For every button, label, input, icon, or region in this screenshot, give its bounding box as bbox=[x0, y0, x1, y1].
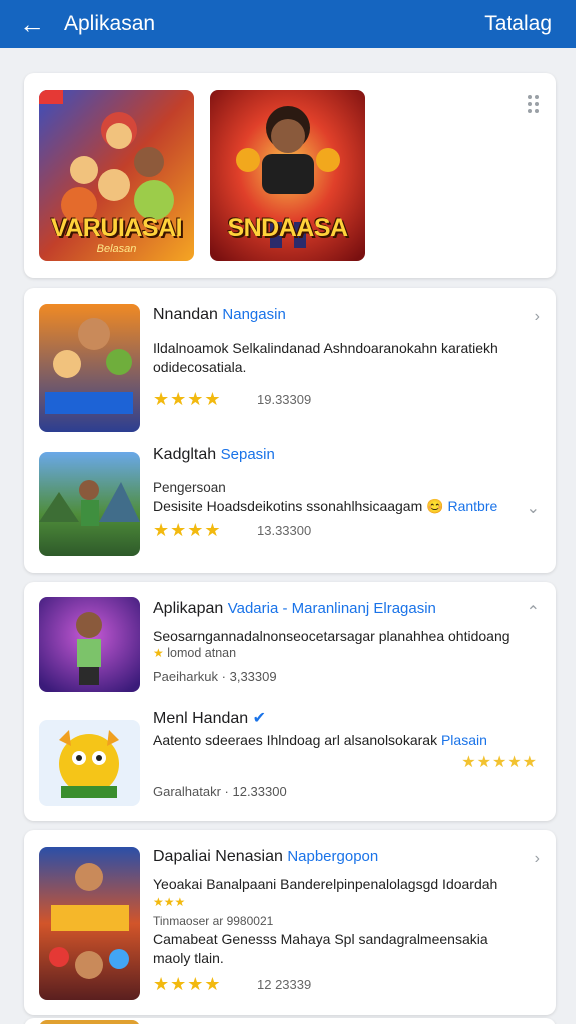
star-icon: ★ bbox=[153, 646, 164, 660]
featured-caption: VARUIASAI bbox=[50, 214, 183, 242]
app-list-card-partial bbox=[24, 1018, 556, 1024]
arrow-left-icon: ← bbox=[19, 8, 45, 39]
chevron-up-icon[interactable]: ⌃ bbox=[527, 602, 540, 622]
app-title[interactable]: Dapaliai Nenasian Napbergopon bbox=[153, 848, 378, 866]
list-item[interactable]: Menl Handan ✔ Aatento sdeeraes Ihlndoag … bbox=[24, 702, 556, 821]
app-thumbnail[interactable] bbox=[39, 597, 140, 692]
game-art-icon bbox=[39, 720, 140, 806]
page-title: Aplikasan bbox=[64, 12, 156, 35]
app-meta: Tinmaoser ar 9980021 bbox=[153, 914, 274, 928]
app-description: Desisite Hoadsdeikotins ssonahlhsicaagam… bbox=[153, 498, 498, 514]
app-description-cont: maoly tlain. bbox=[153, 950, 224, 966]
app-thumbnail[interactable] bbox=[39, 304, 140, 432]
verified-icon: ✔ bbox=[252, 710, 267, 727]
rating-stars: ★★★★ bbox=[153, 974, 222, 994]
app-thumbnail[interactable] bbox=[39, 720, 140, 806]
list-item[interactable]: Nnandan Nangasin › Ildalnoamok Selkalind… bbox=[24, 288, 556, 438]
rating-stars-small: ★★★ bbox=[153, 895, 186, 909]
app-title[interactable]: Aplikapan Vadaria - Maranlinanj Elragasi… bbox=[153, 600, 436, 618]
app-meta: Paeiharkuk · 3,33309 bbox=[153, 669, 277, 684]
rating-stars: ★★★★ bbox=[153, 520, 222, 540]
game-art-icon bbox=[39, 597, 140, 692]
app-description: Seosarngannadalnonseocetarsagar planahhe… bbox=[153, 628, 510, 644]
app-tag: ★ lomod atnan bbox=[153, 646, 237, 660]
rating-count: 13.33300 bbox=[257, 523, 312, 538]
app-description: Ildalnoamok Selkalindanad Ashndoaranokah… bbox=[153, 340, 498, 356]
app-bar: ← Aplikasan Tatalag bbox=[0, 0, 576, 48]
game-art-icon bbox=[39, 304, 140, 432]
list-item[interactable]: Dapaliai Nenasian Napbergopon › Yeoakai … bbox=[24, 830, 556, 1015]
back-button[interactable]: ← bbox=[0, 0, 64, 48]
chevron-down-icon[interactable]: ⌄ bbox=[527, 498, 540, 518]
app-list-card: Aplikapan Vadaria - Maranlinanj Elragasi… bbox=[24, 582, 556, 821]
featured-card: VARUIASAI Belasan SNDAASA bbox=[24, 73, 556, 278]
rating-stars: ★★★★★ bbox=[461, 754, 538, 771]
app-list-card: Dapaliai Nenasian Napbergopon › Yeoakai … bbox=[24, 830, 556, 1015]
app-description-cont: odidecosatiala. bbox=[153, 359, 247, 375]
featured-game-image-1[interactable]: VARUIASAI Belasan bbox=[39, 90, 194, 261]
app-description: Camabeat Genesss Mahaya Spl sandagralmee… bbox=[153, 931, 488, 947]
chevron-right-icon[interactable]: › bbox=[535, 308, 540, 326]
app-meta: Garalhatakr · 12.33300 bbox=[153, 784, 287, 799]
app-thumbnail[interactable] bbox=[39, 452, 140, 556]
app-list-card: Nnandan Nangasin › Ildalnoamok Selkalind… bbox=[24, 288, 556, 573]
chevron-right-icon[interactable]: › bbox=[535, 850, 540, 868]
rating-stars: ★★★★ bbox=[153, 389, 222, 409]
rating-count: 19.33309 bbox=[257, 392, 312, 407]
app-description: Aatento sdeeraes Ihlndoag arl alsanolsok… bbox=[153, 732, 487, 748]
featured-caption: SNDAASA bbox=[227, 214, 348, 242]
app-thumbnail[interactable] bbox=[39, 1020, 140, 1024]
appbar-action-button[interactable]: Tatalag bbox=[484, 12, 576, 36]
app-thumbnail[interactable] bbox=[39, 847, 140, 1000]
app-category: Pengersoan bbox=[153, 480, 226, 495]
emoji-icon: 😊 bbox=[426, 498, 444, 514]
featured-game-image-2[interactable]: SNDAASA bbox=[210, 90, 365, 261]
rating-count: 12 23339 bbox=[257, 977, 312, 992]
drag-handle-icon[interactable] bbox=[528, 95, 540, 113]
game-art-icon bbox=[39, 847, 140, 1000]
game-art-icon bbox=[39, 452, 140, 556]
app-title[interactable]: Kadgltah Sepasin bbox=[153, 446, 275, 464]
featured-subcaption: Belasan bbox=[96, 243, 137, 255]
list-item[interactable]: Aplikapan Vadaria - Maranlinanj Elragasi… bbox=[24, 582, 556, 702]
list-item[interactable]: Kadgltah Sepasin Pengersoan Desisite Hoa… bbox=[24, 438, 556, 573]
app-title[interactable]: Menl Handan ✔ bbox=[153, 708, 266, 728]
app-description: Yeoakai Banalpaani Banderelpinpenalolags… bbox=[153, 876, 498, 892]
app-title[interactable]: Nnandan Nangasin bbox=[153, 306, 286, 324]
